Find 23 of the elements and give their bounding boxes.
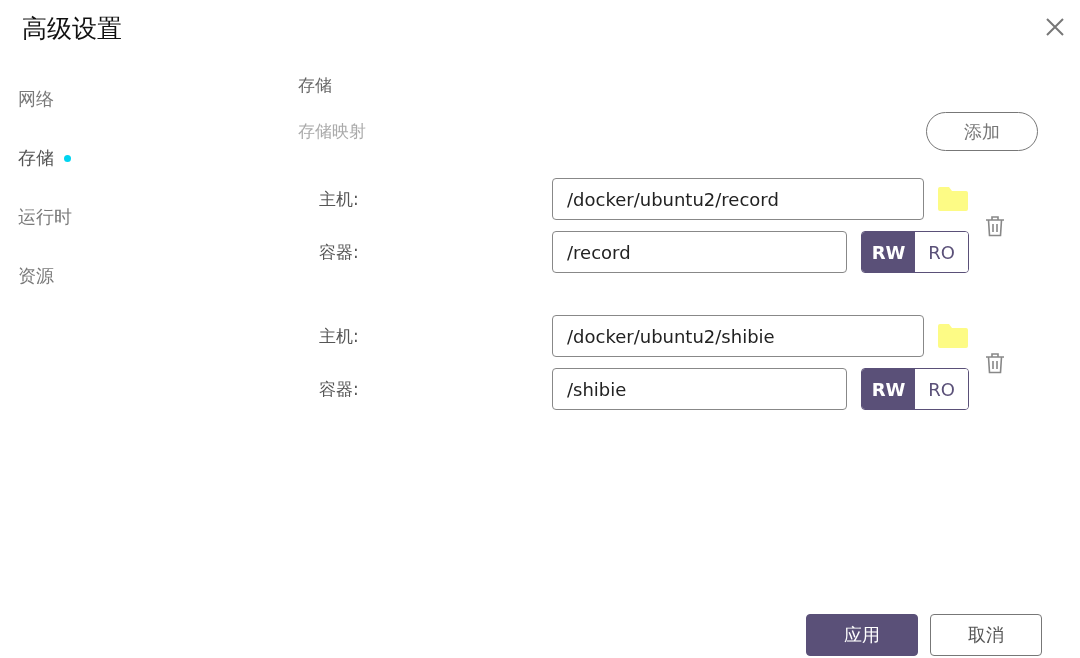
window-title: 高级设置 <box>22 13 122 45</box>
close-icon[interactable] <box>1044 16 1066 38</box>
mode-toggle[interactable]: RW <box>862 369 915 409</box>
sidebar-item[interactable]: 存储 <box>18 147 71 169</box>
field-label: 容器: <box>318 240 360 264</box>
field-label: 主机: <box>318 324 360 348</box>
add-button[interactable]: 添加 <box>926 112 1038 151</box>
sidebar-item[interactable]: 运行时 <box>18 206 72 228</box>
container-path-field[interactable]: /record <box>552 231 847 273</box>
sidebar-item[interactable]: 资源 <box>18 265 54 287</box>
container-path-field[interactable]: /shibie <box>552 368 847 410</box>
cancel-button[interactable]: 取消 <box>930 614 1042 656</box>
field-label: 主机: <box>318 187 360 211</box>
trash-icon[interactable] <box>985 351 1005 374</box>
section-heading: 存储 <box>298 74 333 96</box>
trash-icon[interactable] <box>985 214 1005 237</box>
apply-button[interactable]: 应用 <box>806 614 918 656</box>
section-label: 存储映射 <box>298 120 366 143</box>
host-path-field[interactable]: /docker/ubuntu2/shibie <box>552 315 924 357</box>
field-label: 容器: <box>318 377 360 401</box>
host-path-field[interactable]: /docker/ubuntu2/record <box>552 178 924 220</box>
sidebar-item[interactable]: 网络 <box>18 88 54 110</box>
mode-toggle[interactable]: RW <box>862 232 915 272</box>
